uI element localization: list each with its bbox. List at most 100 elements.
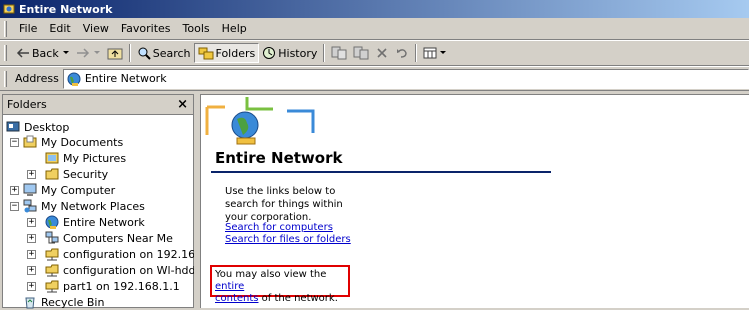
search-label: Search	[152, 46, 191, 60]
tree-item-my-documents[interactable]: My Documents	[23, 134, 123, 150]
search-button[interactable]: Search	[134, 43, 194, 63]
entire-contents-link-continued[interactable]: contents	[215, 293, 259, 304]
delete-icon	[377, 48, 387, 58]
standard-toolbar: Back Search Folders History	[0, 41, 749, 66]
recycle-bin-icon	[25, 297, 35, 309]
menu-edit[interactable]: Edit	[43, 20, 76, 37]
search-links: Search for computers Search for files or…	[225, 222, 351, 246]
back-button[interactable]: Back	[13, 43, 73, 63]
menu-file[interactable]: File	[13, 20, 43, 37]
folder-tree: Desktop − My Documents My Pictures + Sec…	[3, 115, 223, 309]
close-icon[interactable]: ×	[177, 97, 188, 112]
tree-item-part1[interactable]: part1 on 192.168.1.1	[45, 278, 180, 294]
folders-pane-title: Folders	[7, 98, 47, 111]
expand-toggle[interactable]: +	[27, 170, 36, 179]
back-label: Back	[32, 46, 59, 60]
tree-item-label: My Computer	[41, 183, 116, 197]
copy-to-icon	[353, 46, 369, 60]
folder-icon	[45, 168, 59, 180]
entire-contents-link[interactable]: entire	[215, 281, 244, 292]
tree-item-label: Entire Network	[63, 215, 145, 229]
copy-to-button[interactable]	[350, 43, 372, 63]
explorer-window-icon	[3, 3, 15, 15]
highlighted-callout: You may also view the entire contents of …	[210, 265, 350, 304]
expand-toggle[interactable]: +	[27, 282, 36, 291]
expand-toggle[interactable]: +	[10, 186, 19, 195]
menu-view[interactable]: View	[77, 20, 115, 37]
forward-arrow-icon	[76, 48, 89, 58]
folders-icon	[198, 47, 214, 60]
globe-icon	[45, 215, 59, 229]
menu-grip	[4, 20, 7, 37]
history-button[interactable]: History	[259, 43, 320, 63]
content-intro-text: Use the links below to search for things…	[225, 186, 343, 223]
content-title: Entire Network	[215, 149, 343, 167]
tree-item-security[interactable]: Security	[45, 166, 108, 182]
globe-icon	[67, 72, 81, 86]
undo-icon	[397, 49, 408, 58]
menu-tools[interactable]: Tools	[177, 20, 216, 37]
menu-help[interactable]: Help	[216, 20, 253, 37]
title-divider	[211, 171, 551, 173]
tree-item-label: My Documents	[41, 135, 124, 149]
expand-toggle[interactable]: +	[27, 234, 36, 243]
content-pane: Entire Network Use the links below to se…	[200, 94, 749, 308]
tree-item-entire-network[interactable]: Entire Network	[45, 214, 145, 230]
my-pictures-icon	[45, 152, 59, 164]
tree-item-computers-near-me[interactable]: Computers Near Me	[45, 230, 173, 246]
search-icon	[138, 47, 151, 60]
callout-text-suffix: of the network.	[258, 293, 338, 304]
network-folder-icon	[45, 280, 59, 293]
collapse-toggle[interactable]: −	[10, 138, 19, 147]
address-bar: Address Entire Network	[0, 67, 749, 91]
tree-item-my-computer[interactable]: My Computer	[23, 182, 115, 198]
history-icon	[263, 47, 276, 59]
title-bar: Entire Network	[0, 0, 749, 18]
my-computer-icon	[23, 183, 37, 196]
search-computers-link[interactable]: Search for computers	[225, 222, 333, 233]
tree-item-label: Desktop	[24, 120, 70, 134]
up-folder-button[interactable]	[104, 43, 126, 63]
network-folder-icon	[45, 264, 59, 277]
move-to-button[interactable]	[328, 43, 350, 63]
tree-item-configuration-wl-hdd[interactable]: configuration on Wl-hdd	[45, 262, 196, 278]
tree-item-label: Security	[63, 167, 109, 181]
tree-item-label: My Pictures	[63, 151, 127, 165]
views-icon	[423, 47, 437, 59]
tree-item-my-pictures[interactable]: My Pictures	[45, 150, 126, 166]
address-field[interactable]: Entire Network	[62, 68, 749, 89]
folders-button[interactable]: Folders	[193, 43, 260, 63]
toolbar-separator	[415, 44, 418, 62]
network-folder-icon	[45, 248, 59, 261]
address-grip	[4, 70, 7, 87]
menu-favorites[interactable]: Favorites	[115, 20, 177, 37]
callout-text-prefix: You may also view the	[215, 269, 327, 280]
views-button[interactable]	[420, 43, 450, 63]
tree-item-label: part1 on 192.168.1.1	[63, 279, 180, 293]
tree-item-desktop[interactable]: Desktop	[6, 119, 69, 135]
chevron-down-icon	[93, 51, 100, 54]
up-folder-icon	[107, 48, 123, 60]
computers-icon	[45, 231, 59, 244]
back-arrow-icon	[16, 48, 29, 58]
search-files-link[interactable]: Search for files or folders	[225, 234, 351, 245]
forward-button[interactable]	[73, 43, 104, 63]
expand-toggle[interactable]: +	[27, 218, 36, 227]
chevron-down-icon	[62, 51, 69, 54]
folders-pane: Folders × Desktop − My Documents My Pict…	[2, 94, 223, 309]
expand-toggle[interactable]: +	[27, 250, 36, 259]
network-places-icon	[23, 199, 37, 213]
delete-button[interactable]	[372, 43, 392, 63]
chevron-down-icon	[440, 51, 447, 54]
tree-item-label: Computers Near Me	[63, 231, 173, 245]
expand-toggle[interactable]: +	[27, 266, 36, 275]
tree-item-my-network-places[interactable]: My Network Places	[23, 198, 145, 214]
toolbar-grip	[4, 45, 7, 61]
tree-item-label: configuration on Wl-hdd	[63, 263, 196, 277]
folders-label: Folders	[215, 46, 256, 60]
tree-item-label: My Network Places	[41, 199, 145, 213]
folders-pane-header: Folders ×	[3, 95, 193, 115]
desktop-icon	[6, 121, 20, 132]
undo-button[interactable]	[392, 43, 412, 63]
collapse-toggle[interactable]: −	[10, 202, 19, 211]
